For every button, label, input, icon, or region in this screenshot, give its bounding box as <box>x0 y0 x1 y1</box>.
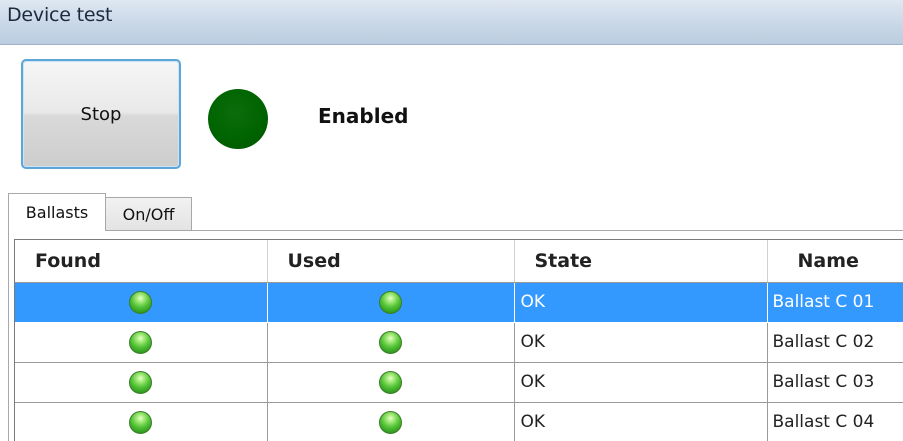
ballast-grid: Found Used State Name OK Ballast C 01 OK <box>14 239 903 441</box>
name-cell[interactable]: Ballast C 04 <box>767 402 903 441</box>
found-cell[interactable] <box>15 402 268 441</box>
window-title: Device test <box>7 4 113 26</box>
used-cell[interactable] <box>267 322 515 363</box>
tab-ballasts[interactable]: Ballasts <box>8 193 106 231</box>
table-row[interactable]: OK Ballast C 04 <box>15 402 903 441</box>
column-header-used[interactable]: Used <box>267 240 515 283</box>
used-cell[interactable] <box>267 402 515 441</box>
name-cell[interactable]: Ballast C 03 <box>767 362 903 403</box>
green-led-icon <box>129 290 153 314</box>
stop-button[interactable]: Stop <box>21 59 181 169</box>
green-led-icon <box>129 410 153 434</box>
green-led-icon <box>129 370 153 394</box>
state-cell[interactable]: OK <box>514 362 768 403</box>
found-cell[interactable] <box>15 322 268 363</box>
device-test-window: Device test Stop Enabled On/Off Ballasts… <box>0 0 903 441</box>
column-header-name[interactable]: Name <box>767 240 903 283</box>
title-bar: Device test <box>0 0 903 45</box>
status-label: Enabled <box>318 104 409 128</box>
found-cell[interactable] <box>15 282 268 323</box>
status-indicator-icon <box>208 89 268 149</box>
column-header-state[interactable]: State <box>514 240 768 283</box>
green-led-icon <box>379 410 402 434</box>
name-cell[interactable]: Ballast C 02 <box>767 322 903 363</box>
state-cell[interactable]: OK <box>514 322 768 363</box>
used-cell[interactable] <box>267 282 515 323</box>
green-led-icon <box>129 330 153 354</box>
green-led-icon <box>379 290 402 314</box>
column-header-found[interactable]: Found <box>15 240 268 283</box>
used-cell[interactable] <box>267 362 515 403</box>
green-led-icon <box>379 330 402 354</box>
table-row[interactable]: OK Ballast C 02 <box>15 322 903 363</box>
table-row[interactable]: OK Ballast C 03 <box>15 362 903 403</box>
green-led-icon <box>379 370 402 394</box>
state-cell[interactable]: OK <box>514 282 768 323</box>
state-cell[interactable]: OK <box>514 402 768 441</box>
tab-on-off[interactable]: On/Off <box>105 197 192 230</box>
table-row[interactable]: OK Ballast C 01 <box>15 282 903 323</box>
ballast-table: Found Used State Name OK Ballast C 01 OK <box>15 240 903 441</box>
name-cell[interactable]: Ballast C 01 <box>767 282 903 323</box>
found-cell[interactable] <box>15 362 268 403</box>
table-header-row: Found Used State Name <box>15 240 903 283</box>
